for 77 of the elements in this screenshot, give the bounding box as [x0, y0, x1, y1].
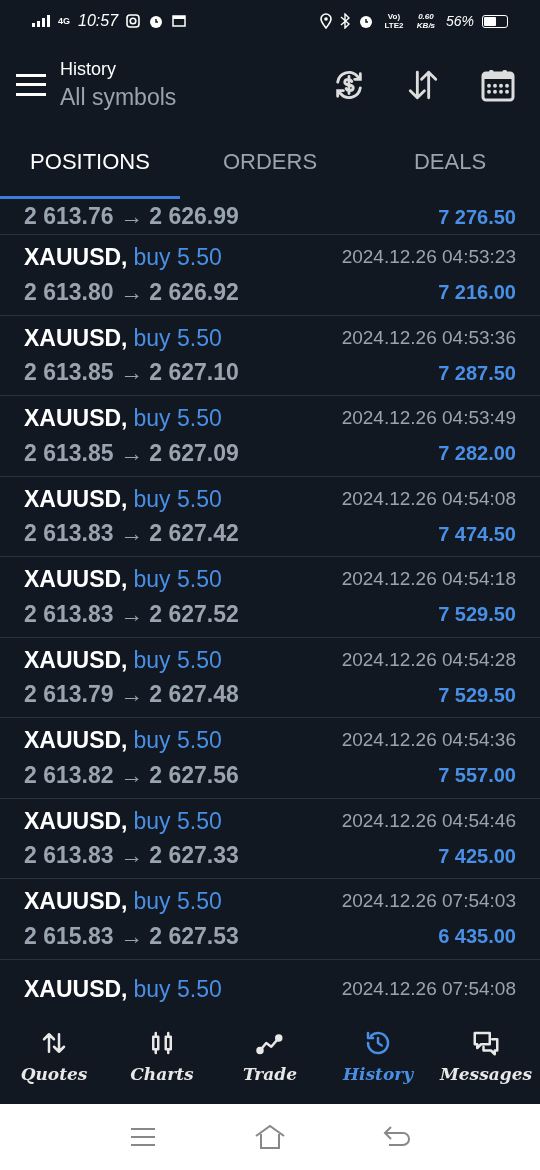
trade-time: 2024.12.26 07:54:03 — [341, 889, 516, 914]
alarm-icon — [148, 13, 165, 29]
screen-title: History — [60, 57, 117, 81]
trade-time: 2024.12.26 04:54:36 — [341, 728, 516, 753]
trade-time: 2024.12.26 04:54:46 — [341, 808, 516, 833]
symbol: XAUUSD, — [24, 565, 128, 595]
menu-button[interactable] — [16, 73, 46, 96]
price-range: 2 615.83 → 2 627.53 — [24, 921, 239, 951]
trade-time: 2024.12.26 04:54:18 — [341, 567, 516, 592]
price-range: 2 613.83 → 2 627.52 — [24, 599, 239, 629]
profit: 6 435.00 — [438, 924, 516, 949]
symbol: XAUUSD, — [24, 243, 128, 273]
price-range: 2 613.83 → 2 627.42 — [24, 519, 239, 549]
trade-side: buy 5.50 — [133, 887, 222, 917]
bluetooth-icon — [339, 13, 350, 29]
trade-time: 2024.12.26 04:54:08 — [341, 486, 516, 511]
price-range: 2 613.85 → 2 627.10 — [24, 358, 239, 388]
home-icon[interactable] — [254, 1124, 286, 1150]
trade-side: buy 5.50 — [133, 323, 222, 353]
network-speed: 0.60 KB/s — [415, 12, 437, 30]
price-range: 2 613.85 → 2 627.09 — [24, 438, 239, 468]
nav-tab[interactable]: Trade — [216, 1012, 324, 1104]
nav-tab[interactable]: Messages — [432, 1012, 540, 1104]
profit: 7 529.50 — [438, 602, 516, 627]
window-icon — [172, 15, 187, 27]
trade-time: 2024.12.26 04:53:23 — [341, 245, 516, 270]
symbol: XAUUSD, — [24, 484, 128, 514]
menu-icon[interactable] — [128, 1126, 157, 1148]
symbol: XAUUSD, — [24, 323, 128, 353]
price-range: 2 613.83 → 2 627.33 — [24, 841, 239, 871]
trade-side: buy 5.50 — [133, 484, 222, 514]
profit: 7 282.00 — [438, 441, 516, 466]
nav-tab[interactable]: Charts — [108, 1012, 216, 1104]
trade-time: 2024.12.26 04:53:36 — [341, 325, 516, 350]
tab[interactable]: POSITIONS — [0, 127, 180, 199]
trade-side: buy 5.50 — [133, 243, 222, 273]
symbol: XAUUSD, — [24, 806, 128, 836]
symbol: XAUUSD, — [24, 974, 128, 1004]
symbol-filter[interactable]: All symbols — [60, 80, 332, 113]
trade-side: buy 5.50 — [133, 404, 222, 434]
clock: 10:57 — [78, 11, 119, 31]
trade-side: buy 5.50 — [133, 806, 222, 836]
signal-icon — [32, 15, 50, 27]
nav-tab[interactable]: History — [324, 1012, 432, 1104]
symbol: XAUUSD, — [24, 645, 128, 675]
trade-side: buy 5.50 — [133, 565, 222, 595]
profit: 7 216.00 — [438, 280, 516, 305]
camera-icon — [126, 14, 141, 28]
trade-time: 2024.12.26 07:54:08 — [341, 976, 516, 1001]
tab[interactable]: DEALS — [360, 127, 540, 199]
tab[interactable]: ORDERS — [180, 127, 360, 199]
price-range: 2 613.80 → 2 626.92 — [24, 277, 239, 307]
price-range: 2 613.76 → 2 626.99 — [24, 202, 239, 232]
trade-side: buy 5.50 — [133, 726, 222, 756]
price-range: 2 613.82 → 2 627.56 — [24, 760, 239, 790]
alarm-icon — [357, 13, 374, 29]
network-type: 4G — [58, 16, 70, 26]
symbol: XAUUSD, — [24, 887, 128, 917]
location-icon — [319, 13, 332, 29]
profit: 7 276.50 — [438, 204, 516, 230]
symbol: XAUUSD, — [24, 404, 128, 434]
volte-indicator: Vo) LTE2 — [383, 12, 405, 30]
profit: 7 557.00 — [438, 763, 516, 788]
profit: 7 474.50 — [438, 521, 516, 547]
symbol: XAUUSD, — [24, 726, 128, 756]
trade-side: buy 5.50 — [133, 974, 222, 1004]
profit: 7 287.50 — [438, 360, 516, 386]
trade-side: buy 5.50 — [133, 645, 222, 675]
profit: 7 529.50 — [438, 682, 516, 708]
trade-time: 2024.12.26 04:53:49 — [341, 406, 516, 431]
trade-time: 2024.12.26 04:54:28 — [341, 647, 516, 672]
battery-percent: 56% — [445, 11, 474, 31]
back-icon[interactable] — [383, 1125, 412, 1149]
nav-tab[interactable]: Quotes — [0, 1012, 108, 1104]
profit: 7 425.00 — [438, 843, 516, 869]
price-range: 2 613.79 → 2 627.48 — [24, 680, 239, 710]
battery-icon — [482, 14, 508, 28]
